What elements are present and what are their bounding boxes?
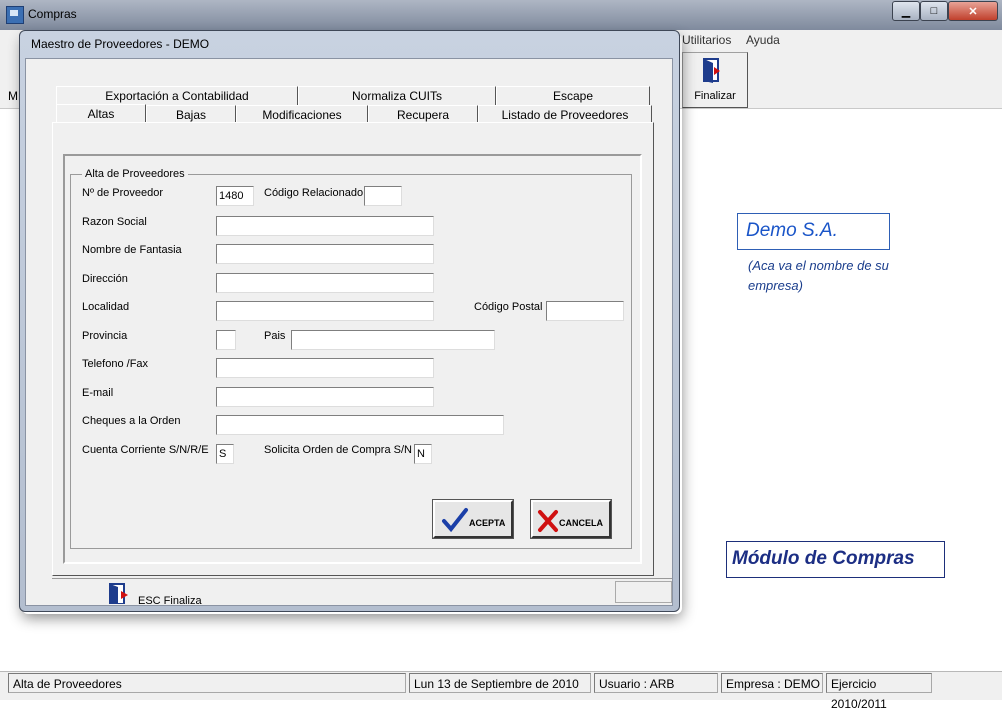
label-cheques: Cheques a la Orden xyxy=(82,415,181,427)
razon-social-field[interactable] xyxy=(216,216,434,236)
label-email: E-mail xyxy=(82,387,114,399)
exit-door-icon xyxy=(109,583,128,604)
company-note: (Aca va el nombre de su empresa) xyxy=(748,258,889,293)
close-button[interactable]: ✕ xyxy=(948,1,998,21)
direccion-field[interactable] xyxy=(216,273,434,293)
provincia-field[interactable] xyxy=(216,330,236,350)
checkmark-icon xyxy=(442,508,468,533)
codigo-postal-field[interactable] xyxy=(546,301,624,321)
cancela-button[interactable]: CANCELA xyxy=(530,499,612,539)
localidad-field[interactable] xyxy=(216,301,434,321)
acepta-label: ACEPTA xyxy=(469,518,506,528)
dialog-title: Maestro de Proveedores - DEMO xyxy=(31,37,210,51)
label-direccion: Dirección xyxy=(82,273,128,285)
cancel-x-icon xyxy=(538,510,558,532)
label-telefono: Telefono /Fax xyxy=(82,358,149,370)
codigo-relacionado-field[interactable] xyxy=(364,186,402,206)
label-nro-proveedor: Nº de Proveedor xyxy=(82,187,164,199)
nombre-fantasia-field[interactable] xyxy=(216,244,434,264)
tab-altas[interactable]: Altas xyxy=(56,104,146,123)
app-title: Compras xyxy=(28,7,77,21)
finalizar-label: Finalizar xyxy=(694,90,736,102)
label-cuenta-corriente: Cuenta Corriente S/N/R/E xyxy=(82,444,209,456)
tab-escape[interactable]: Escape xyxy=(496,86,650,105)
esc-finaliza-label: ESC Finaliza xyxy=(138,595,202,604)
pais-field[interactable] xyxy=(291,330,495,350)
email-field[interactable] xyxy=(216,387,434,407)
finalizar-button[interactable]: Finalizar xyxy=(682,52,748,108)
cancela-label: CANCELA xyxy=(559,518,603,528)
module-title: Módulo de Compras xyxy=(732,548,915,569)
group-title: Alta de Proveedores xyxy=(82,168,188,180)
minimize-button[interactable]: ▁ xyxy=(892,1,920,21)
module-title-box: Módulo de Compras xyxy=(726,541,945,578)
maximize-button[interactable]: □ xyxy=(920,1,948,21)
tab-normaliza-cuits[interactable]: Normaliza CUITs xyxy=(298,86,496,105)
status-company: Empresa : DEMO xyxy=(721,673,823,693)
label-pais: Pais xyxy=(264,330,286,342)
company-name: Demo S.A. xyxy=(746,220,838,241)
left-menu-fragment: M xyxy=(8,89,18,103)
acepta-button[interactable]: ACEPTA xyxy=(432,499,514,539)
cuenta-corriente-field[interactable]: S xyxy=(216,444,234,464)
label-razon-social: Razon Social xyxy=(82,216,147,228)
label-nombre-fantasia: Nombre de Fantasia xyxy=(82,244,182,256)
app-icon xyxy=(6,6,24,24)
status-date: Lun 13 de Septiembre de 2010 xyxy=(409,673,591,693)
exit-door-icon xyxy=(703,58,720,83)
footer-cell xyxy=(615,581,672,603)
telefono-field[interactable] xyxy=(216,358,434,378)
solicita-orden-field[interactable]: N xyxy=(414,444,432,464)
label-provincia: Provincia xyxy=(82,330,128,342)
cheques-field[interactable] xyxy=(216,415,504,435)
label-solicita-orden: Solicita Orden de Compra S/N xyxy=(264,444,412,456)
label-localidad: Localidad xyxy=(82,301,130,313)
menu-utilitarios[interactable]: Utilitarios xyxy=(682,33,731,47)
status-period: Ejercicio 2010/2011 xyxy=(826,673,932,711)
label-codigo-postal: Código Postal xyxy=(474,301,543,313)
status-screen: Alta de Proveedores xyxy=(8,673,406,693)
menu-ayuda[interactable]: Ayuda xyxy=(746,33,780,47)
nro-proveedor-field[interactable]: 1480 xyxy=(216,186,254,206)
status-user: Usuario : ARB xyxy=(594,673,718,693)
label-codigo-relacionado: Código Relacionado xyxy=(264,187,364,199)
company-name-box: Demo S.A. xyxy=(737,213,890,250)
main-title-bar: Compras xyxy=(0,0,1002,31)
tab-exportacion[interactable]: Exportación a Contabilidad xyxy=(56,86,298,105)
